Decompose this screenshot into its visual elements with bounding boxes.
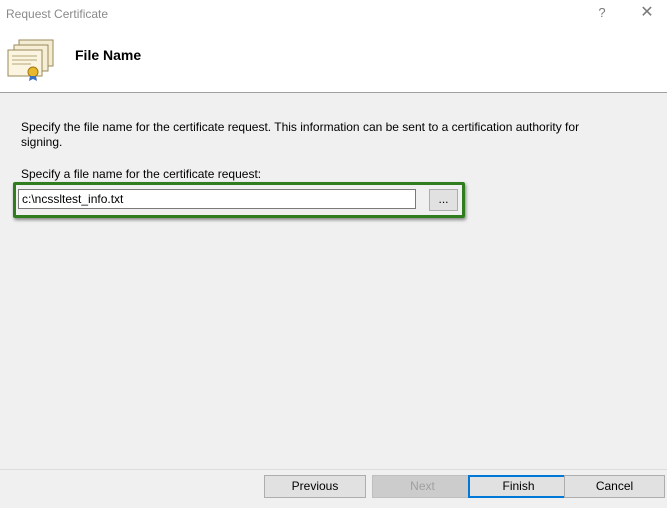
close-button[interactable]: ✕ [637, 4, 657, 22]
help-button[interactable]: ? [594, 4, 610, 22]
file-name-label: Specify a file name for the certificate … [21, 167, 262, 181]
finish-button[interactable]: Finish [468, 475, 569, 498]
browse-button[interactable]: ... [429, 189, 458, 211]
certificate-icon [7, 39, 54, 81]
next-button[interactable]: Next [372, 475, 473, 498]
wizard-header: Request Certificate ? ✕ File Name [0, 0, 667, 93]
page-heading: File Name [75, 47, 142, 63]
footer-divider [0, 469, 667, 470]
previous-button[interactable]: Previous [264, 475, 366, 498]
file-name-input[interactable] [18, 189, 416, 209]
window-title: Request Certificate [6, 7, 109, 21]
cancel-button[interactable]: Cancel [564, 475, 665, 498]
description-text: Specify the file name for the certificat… [21, 120, 580, 149]
